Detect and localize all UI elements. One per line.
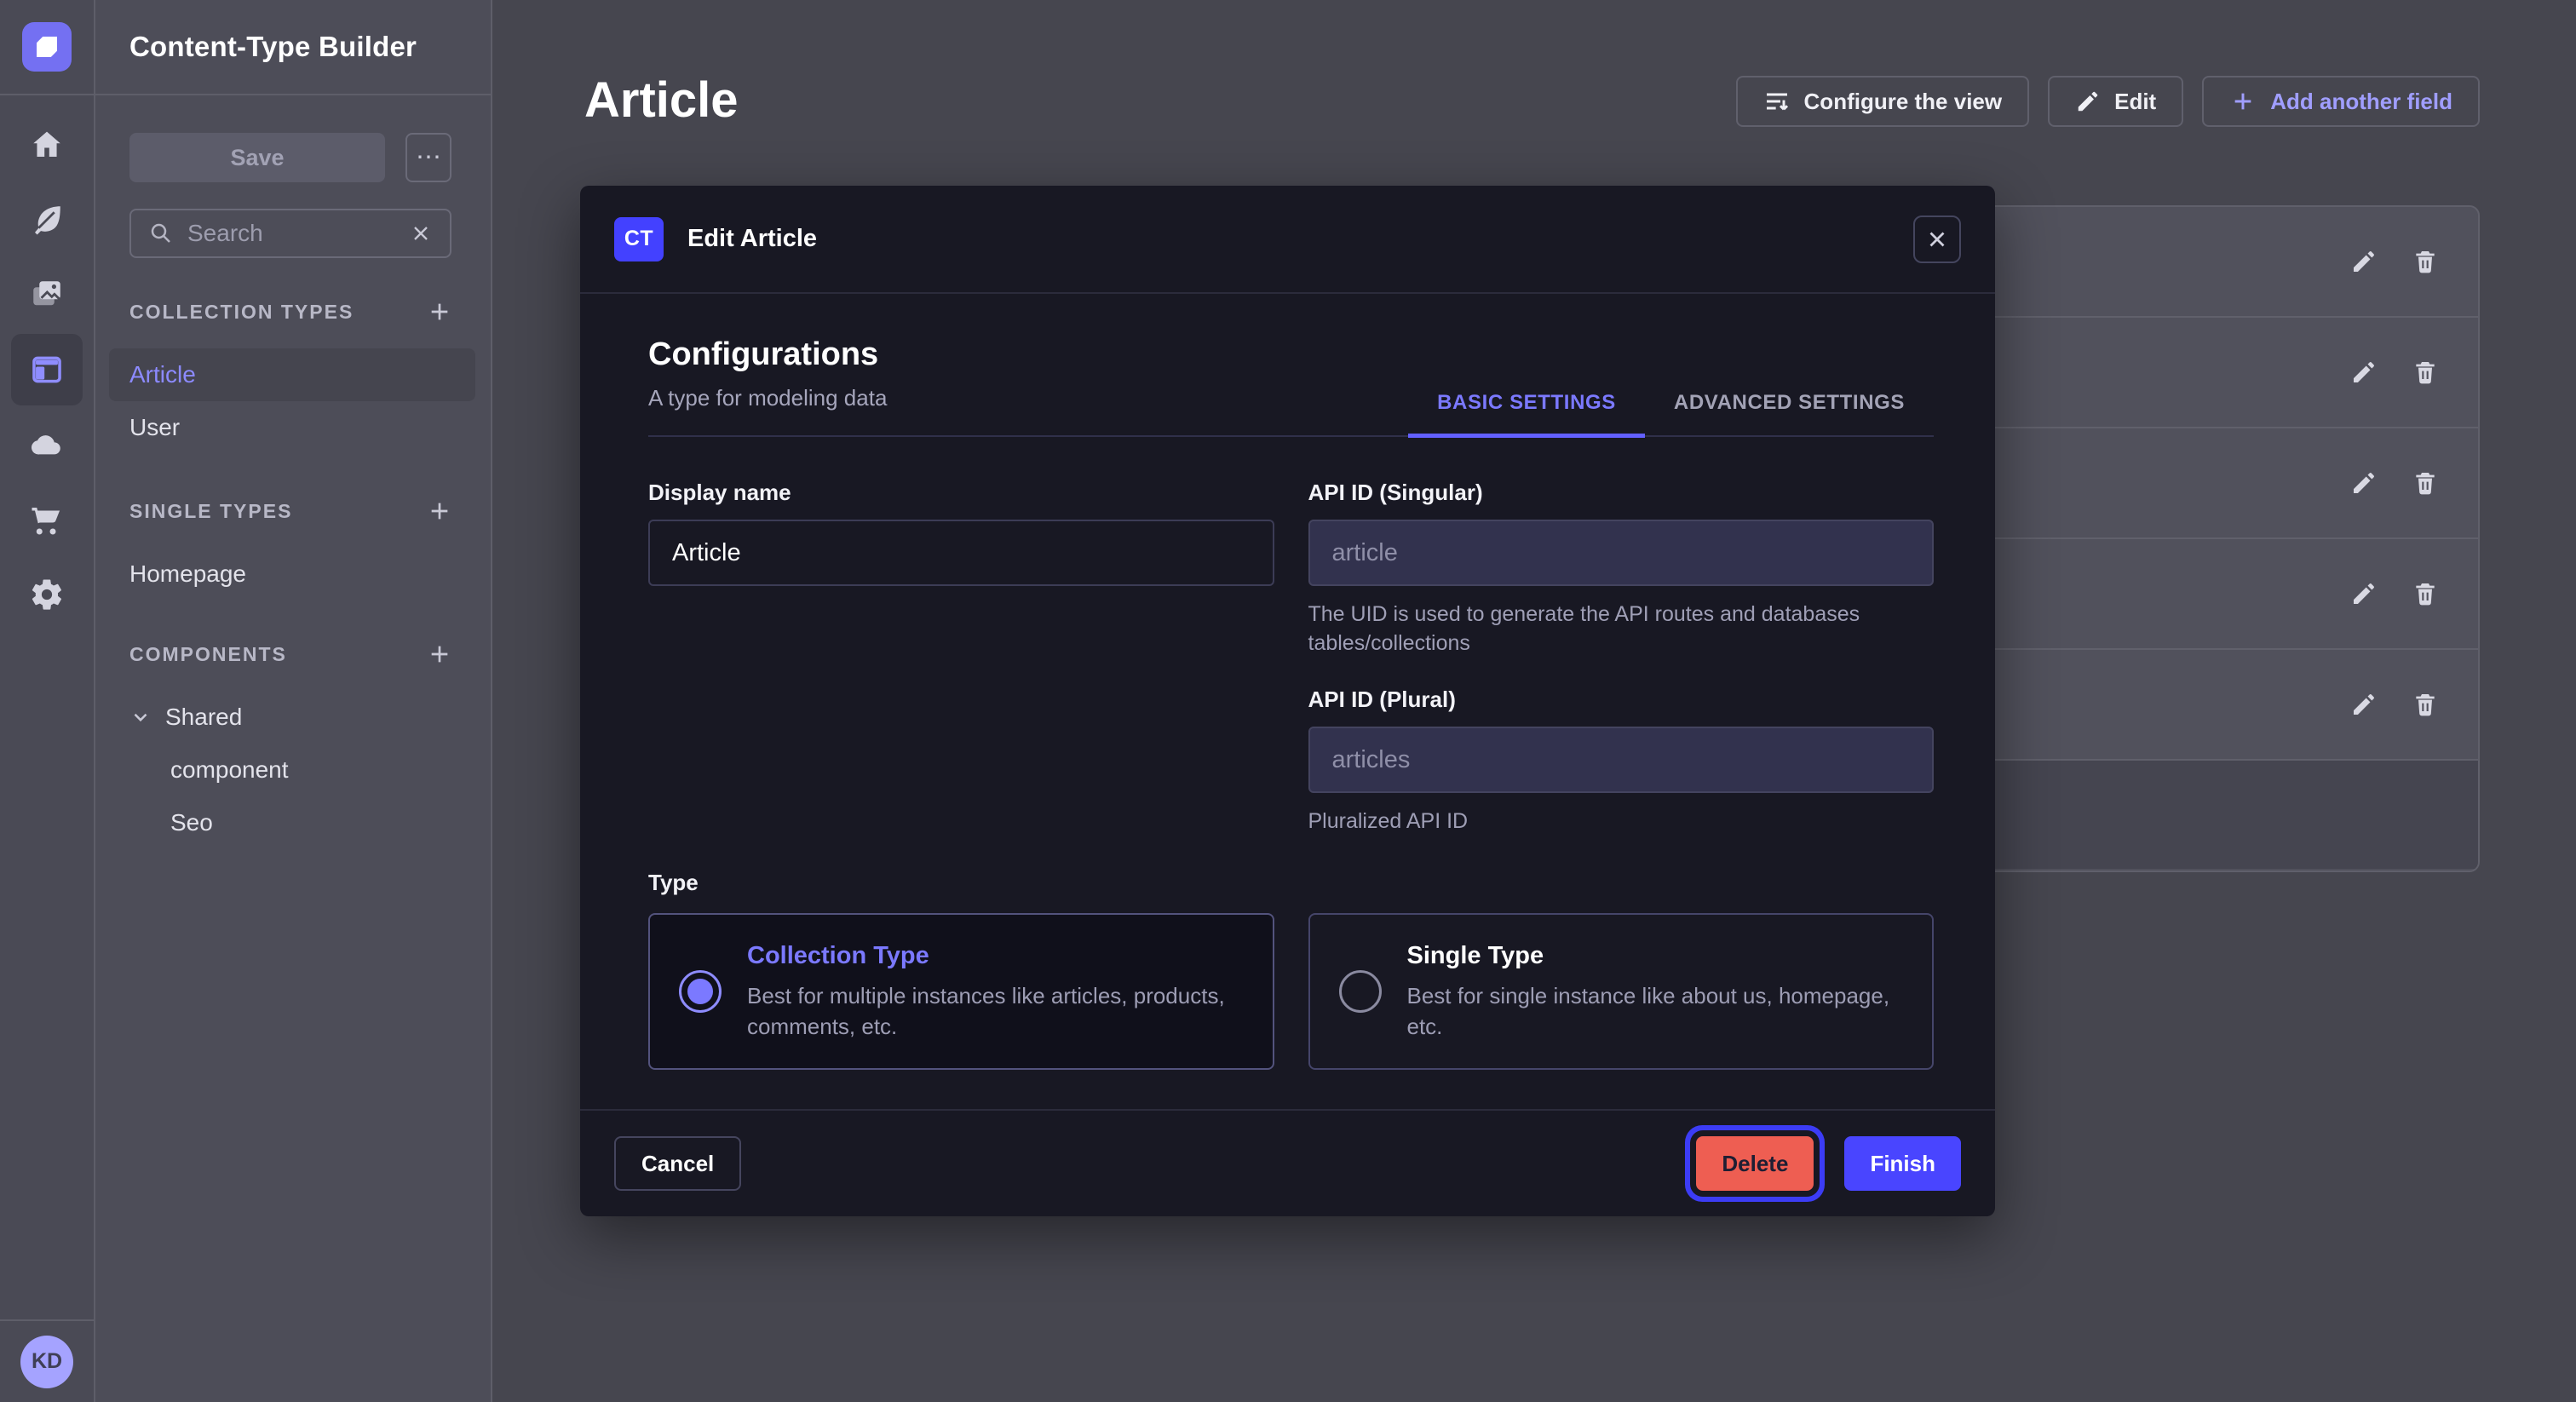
plus-icon <box>426 298 453 325</box>
type-label: Type <box>648 870 1934 896</box>
settings-tabs: BASIC SETTINGS ADVANCED SETTINGS <box>1408 391 1934 435</box>
edit-field-button[interactable] <box>2350 580 2378 607</box>
save-button[interactable]: Save <box>129 133 385 182</box>
nav-content-type-builder[interactable] <box>0 332 95 407</box>
delete-field-button[interactable] <box>2412 248 2439 275</box>
media-library-icon <box>29 277 65 313</box>
trash-icon <box>2412 248 2439 275</box>
nav-settings[interactable] <box>0 557 95 632</box>
close-modal-button[interactable] <box>1913 215 1961 263</box>
delete-field-button[interactable] <box>2412 691 2439 718</box>
section-single-types: SINGLE TYPES <box>129 500 292 523</box>
finish-button[interactable]: Finish <box>1844 1136 1961 1191</box>
nav-releases[interactable] <box>0 407 95 482</box>
plus-icon <box>426 641 453 668</box>
cancel-button[interactable]: Cancel <box>614 1136 741 1191</box>
sidebar-item-user[interactable]: User <box>109 401 475 454</box>
collection-type-option[interactable]: Collection Type Best for multiple instan… <box>648 913 1274 1070</box>
tab-advanced-settings[interactable]: ADVANCED SETTINGS <box>1645 391 1934 438</box>
sidebar-item-article[interactable]: Article <box>109 348 475 401</box>
main-nav-rail: KD <box>0 0 95 1402</box>
modal-title: Edit Article <box>687 225 817 253</box>
content-type-badge: CT <box>614 217 664 261</box>
pencil-icon <box>2350 580 2378 607</box>
add-component-button[interactable] <box>426 641 453 668</box>
nav-marketplace[interactable] <box>0 482 95 557</box>
strapi-logo[interactable] <box>0 0 94 95</box>
api-id-singular-hint: The UID is used to generate the API rout… <box>1308 600 1905 658</box>
api-id-singular-input[interactable] <box>1308 520 1935 586</box>
pencil-icon <box>2350 691 2378 718</box>
edit-field-button[interactable] <box>2350 359 2378 386</box>
edit-field-button[interactable] <box>2350 248 2378 275</box>
radio-selected-icon <box>679 970 722 1013</box>
pencil-icon <box>2350 359 2378 386</box>
content-type-builder-icon <box>29 352 65 388</box>
delete-field-button[interactable] <box>2412 359 2439 386</box>
section-collection-types: COLLECTION TYPES <box>129 301 354 324</box>
nav-content-manager[interactable] <box>0 182 95 257</box>
add-single-type-button[interactable] <box>426 497 453 525</box>
section-components: COMPONENTS <box>129 643 287 666</box>
home-icon <box>29 127 65 163</box>
api-id-singular-label: API ID (Singular) <box>1308 480 1935 506</box>
nav-media-library[interactable] <box>0 257 95 332</box>
plugin-title: Content-Type Builder <box>129 31 417 63</box>
edit-field-button[interactable] <box>2350 691 2378 718</box>
sidebar-search[interactable] <box>129 209 451 258</box>
display-name-label: Display name <box>648 480 1274 506</box>
configure-view-icon <box>1763 88 1791 115</box>
search-icon <box>148 221 174 246</box>
add-collection-type-button[interactable] <box>426 298 453 325</box>
configure-view-button[interactable]: Configure the view <box>1736 76 2030 127</box>
trash-icon <box>2412 359 2439 386</box>
close-icon <box>1924 227 1950 252</box>
clear-search-icon[interactable] <box>409 221 433 245</box>
api-id-plural-input[interactable] <box>1308 727 1935 793</box>
strapi-logo-icon <box>22 22 72 72</box>
trash-icon <box>2412 691 2439 718</box>
plus-icon <box>426 497 453 525</box>
edit-field-button[interactable] <box>2350 469 2378 497</box>
page-title: Article <box>584 72 739 129</box>
pencil-icon <box>2350 248 2378 275</box>
user-avatar[interactable]: KD <box>20 1336 73 1388</box>
delete-field-button[interactable] <box>2412 580 2439 607</box>
chevron-down-icon <box>129 706 152 728</box>
edit-button[interactable]: Edit <box>2048 76 2183 127</box>
more-actions-button[interactable]: ⋯ <box>405 133 451 182</box>
configurations-heading: Configurations <box>648 336 887 373</box>
sidebar-item-component[interactable]: component <box>109 744 475 796</box>
delete-field-button[interactable] <box>2412 469 2439 497</box>
sidebar-item-seo[interactable]: Seo <box>109 796 475 849</box>
plugin-sidebar: Content-Type Builder Save ⋯ COLLECTION T… <box>95 0 492 1402</box>
api-id-plural-label: API ID (Plural) <box>1308 687 1935 713</box>
configurations-subtitle: A type for modeling data <box>648 385 887 411</box>
pencil-icon <box>2075 89 2101 114</box>
radio-unselected-icon <box>1339 970 1382 1013</box>
trash-icon <box>2412 580 2439 607</box>
tab-basic-settings[interactable]: BASIC SETTINGS <box>1408 391 1645 438</box>
strapi-content-type-builder-screen: KD Content-Type Builder Save ⋯ COLLECTIO… <box>0 0 2576 1402</box>
single-type-option[interactable]: Single Type Best for single instance lik… <box>1308 913 1935 1070</box>
gear-icon <box>29 577 65 612</box>
add-another-field-button[interactable]: Add another field <box>2202 76 2480 127</box>
delete-button[interactable]: Delete <box>1696 1136 1814 1191</box>
plus-icon <box>2229 88 2257 115</box>
display-name-input[interactable] <box>648 520 1274 586</box>
api-id-plural-hint: Pluralized API ID <box>1308 807 1905 836</box>
nav-home[interactable] <box>0 107 95 182</box>
cart-icon <box>29 502 65 537</box>
pencil-icon <box>2350 469 2378 497</box>
edit-content-type-modal: CT Edit Article Configurations A type fo… <box>580 186 1995 1216</box>
sidebar-item-shared-group[interactable]: Shared <box>109 691 475 744</box>
sidebar-item-homepage[interactable]: Homepage <box>109 548 475 600</box>
search-input[interactable] <box>187 220 395 247</box>
feather-icon <box>29 202 65 238</box>
cloud-icon <box>29 427 65 463</box>
trash-icon <box>2412 469 2439 497</box>
